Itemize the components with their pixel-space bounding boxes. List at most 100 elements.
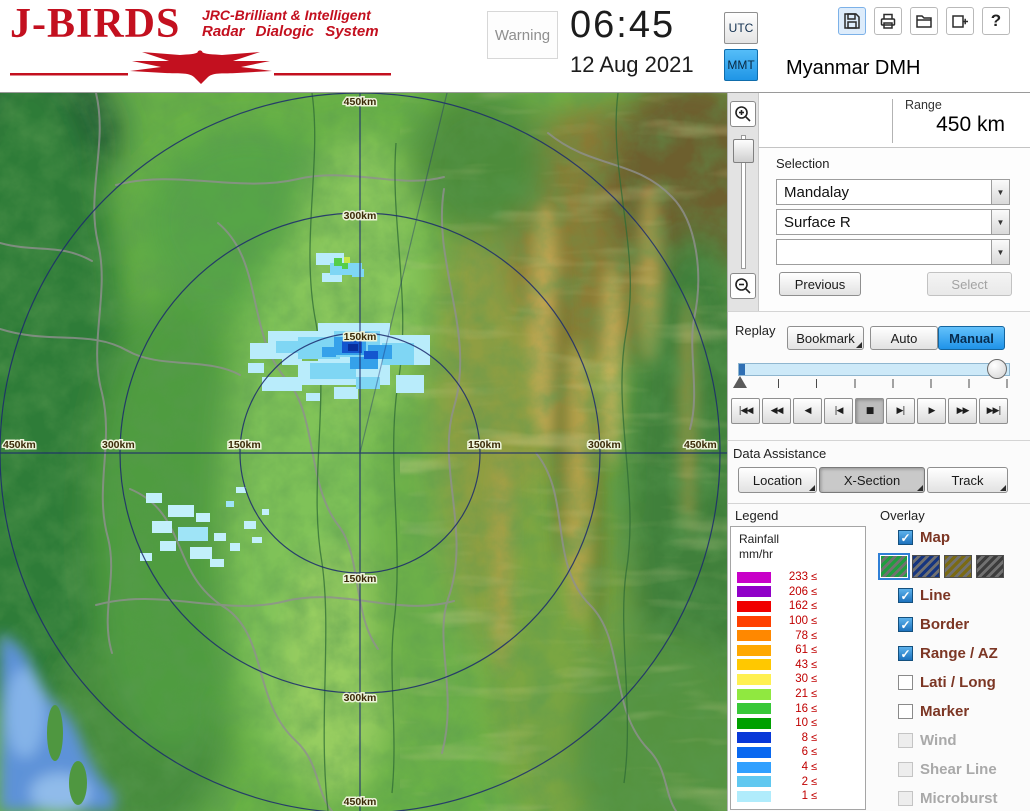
chevron-down-icon[interactable]: ▼ (991, 240, 1009, 264)
overlay-item-lati-long[interactable]: Lati / Long (878, 668, 1030, 697)
fast-rewind-button[interactable]: ◀◀ (762, 398, 791, 424)
skip-to-end-icon: ▶▶| (987, 406, 1001, 416)
legend-row: 30≤ (731, 672, 866, 687)
step-back-button[interactable]: |◀ (824, 398, 853, 424)
map-style-olive-hatch[interactable] (944, 555, 972, 578)
skip-to-start-button[interactable]: |◀◀ (731, 398, 760, 424)
overlay-item-microburst[interactable]: Microburst (878, 784, 1030, 811)
fast-forward-button[interactable]: ▶▶ (948, 398, 977, 424)
checkbox-line[interactable]: ✓ (898, 588, 913, 603)
help-button[interactable]: ? (982, 7, 1010, 35)
open-folder-button[interactable] (910, 7, 938, 35)
overlay-item-wind[interactable]: Wind (878, 726, 1030, 755)
checkbox-map[interactable]: ✓ (898, 530, 913, 545)
stop-icon: ■ (866, 406, 874, 416)
zoom-out-icon (733, 276, 753, 296)
checkbox-shear-line[interactable] (898, 762, 913, 777)
replay-slider-handle[interactable] (987, 359, 1007, 379)
overlay-item-line[interactable]: ✓Line (878, 581, 1030, 610)
legend-row: 233≤ (731, 570, 866, 585)
replay-slider-track[interactable] (738, 363, 1010, 376)
bookmark-button[interactable]: Bookmark (787, 326, 864, 350)
header-bar: J-BIRDS JRC-Brilliant & Intelligent Rada… (0, 0, 1030, 93)
submenu-corner-icon (809, 485, 815, 491)
manual-mode-button[interactable]: Manual (938, 326, 1005, 350)
ring-label: 150km (344, 573, 377, 585)
map-style-navy-hatch[interactable] (912, 555, 940, 578)
checkbox-marker[interactable] (898, 704, 913, 719)
previous-button[interactable]: Previous (779, 272, 861, 296)
overlay-item-border[interactable]: ✓Border (878, 610, 1030, 639)
data-assistance-location-button[interactable]: Location (738, 467, 817, 493)
radar-map-area[interactable]: 450km 300km 150km 150km 300km 450km 450k… (0, 93, 727, 811)
data-assistance-x-section-button[interactable]: X-Section (819, 467, 925, 493)
ring-label: 300km (588, 439, 621, 451)
overlay-item-shear-line[interactable]: Shear Line (878, 755, 1030, 784)
overlay-item-label: Marker (920, 703, 969, 720)
legend-lte-symbol: ≤ (811, 659, 817, 671)
checkbox-wind[interactable] (898, 733, 913, 748)
select-button[interactable]: Select (927, 272, 1012, 296)
replay-position-marker-icon[interactable] (733, 376, 747, 388)
submenu-corner-icon (856, 342, 862, 348)
zoom-out-button[interactable] (730, 273, 756, 299)
legend-value: 4 (778, 761, 808, 773)
overlay-item-label: Wind (920, 732, 957, 749)
overlay-item-range-az[interactable]: ✓ Range / AZ (878, 639, 1030, 668)
stop-button[interactable]: ■ (855, 398, 884, 424)
utc-toggle-button[interactable]: UTC (724, 12, 758, 44)
overlay-item-marker[interactable]: Marker (878, 697, 1030, 726)
checkbox-microburst[interactable] (898, 791, 913, 806)
range-label: Range (905, 98, 942, 112)
zoom-controls (728, 93, 759, 311)
overlay-item-label: Range / AZ (920, 645, 998, 662)
skip-to-end-button[interactable]: ▶▶| (979, 398, 1008, 424)
chevron-down-icon[interactable]: ▼ (991, 180, 1009, 204)
bookmark-label: Bookmark (796, 331, 855, 346)
import-data-button[interactable] (946, 7, 974, 35)
legend-color-swatch (737, 659, 771, 670)
legend-lte-symbol: ≤ (811, 746, 817, 758)
auto-mode-button[interactable]: Auto (870, 326, 938, 350)
step-forward-button[interactable]: ▶| (886, 398, 915, 424)
legend-row: 21≤ (731, 687, 866, 702)
zoom-slider-handle[interactable] (733, 139, 754, 163)
print-button[interactable] (874, 7, 902, 35)
zoom-in-button[interactable] (730, 101, 756, 127)
mmt-toggle-button[interactable]: MMT (724, 49, 758, 81)
legend-color-swatch (737, 586, 771, 597)
product-dropdown[interactable]: Surface R ▼ (776, 209, 1010, 235)
checkbox-range-az[interactable]: ✓ (898, 646, 913, 661)
map-style-gray-hatch[interactable] (976, 555, 1004, 578)
play-button[interactable]: ▶ (917, 398, 946, 424)
radar-map[interactable]: 450km 300km 150km 150km 300km 450km 450k… (0, 93, 727, 811)
rainfall-legend: Rainfall mm/hr 233≤206≤162≤100≤78≤61≤43≤… (730, 526, 866, 810)
station-name: Myanmar DMH (786, 57, 920, 80)
play-reverse-button[interactable]: ◀ (793, 398, 822, 424)
legend-row: 8≤ (731, 731, 866, 746)
replay-slider-ticks (740, 379, 1008, 388)
ring-label: 450km (344, 796, 377, 808)
app-logo-title: J-BIRDS (10, 0, 180, 48)
checkbox-border[interactable]: ✓ (898, 617, 913, 632)
overlay-item-map[interactable]: ✓Map (878, 523, 1030, 552)
map-style-green-hatch[interactable] (880, 555, 908, 578)
product-dropdown-value: Surface R (777, 210, 991, 234)
legend-lte-symbol: ≤ (811, 732, 817, 744)
warning-indicator[interactable]: Warning (487, 11, 558, 59)
save-button[interactable] (838, 7, 866, 35)
chevron-down-icon[interactable]: ▼ (991, 210, 1009, 234)
divider (892, 99, 893, 143)
legend-title-line2: mm/hr (739, 547, 773, 561)
legend-lte-symbol: ≤ (811, 688, 817, 700)
option-dropdown[interactable]: ▼ (776, 239, 1010, 265)
legend-lte-symbol: ≤ (811, 600, 817, 612)
overlay-item-label: Microburst (920, 790, 998, 807)
data-assistance-track-button[interactable]: Track (927, 467, 1008, 493)
checkbox-lati-long[interactable] (898, 675, 913, 690)
site-dropdown[interactable]: Mandalay ▼ (776, 179, 1010, 205)
legend-row: 206≤ (731, 585, 866, 600)
ring-label: 150km (228, 439, 261, 451)
legend-value: 78 (778, 630, 808, 642)
legend-lte-symbol: ≤ (811, 644, 817, 656)
